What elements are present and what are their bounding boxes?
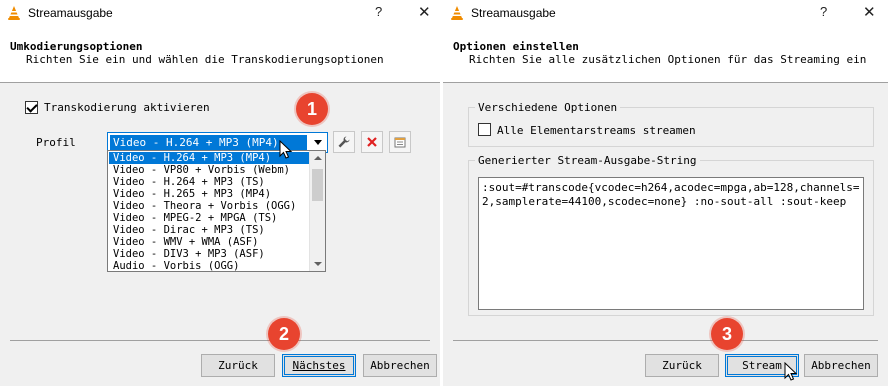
footer-separator — [10, 340, 430, 341]
all-elementary-streams-checkbox[interactable] — [478, 123, 491, 136]
vlc-icon — [8, 6, 20, 20]
right-dialog-window: Streamausgabe ? ✕ Optionen einstellen Ri… — [443, 0, 888, 386]
edit-profile-button[interactable] — [333, 131, 355, 153]
mouse-pointer-icon — [279, 140, 293, 159]
header-title: Optionen einstellen — [453, 40, 579, 53]
wrench-icon — [338, 136, 350, 148]
delete-profile-button[interactable] — [361, 131, 383, 153]
stream-button-label: Stream — [742, 359, 782, 372]
close-button[interactable]: ✕ — [418, 3, 431, 21]
scrollbar-thumb[interactable] — [312, 169, 323, 201]
title-bar: Streamausgabe ? ✕ — [0, 0, 440, 27]
vlc-icon — [451, 6, 463, 20]
back-button[interactable]: Zurück — [201, 354, 275, 377]
profile-option[interactable]: Video - H.264 + MP3 (TS) — [109, 176, 309, 188]
header-title: Umkodierungsoptionen — [10, 40, 143, 53]
profile-option[interactable]: Video - VP80 + Vorbis (Webm) — [109, 164, 309, 176]
left-dialog-window: Streamausgabe ? ✕ Umkodierungsoptionen R… — [0, 0, 440, 386]
step-badge-3: 3 — [711, 318, 743, 350]
profile-label: Profil — [36, 136, 76, 149]
chevron-down-icon[interactable] — [314, 140, 322, 145]
next-button-label: Nächstes — [292, 359, 346, 372]
profile-option[interactable]: Video - H.265 + MP3 (MP4) — [109, 188, 309, 200]
window-title: Streamausgabe — [28, 6, 113, 20]
profile-selected-value: Video - H.264 + MP3 (MP4) — [110, 135, 307, 150]
cancel-button[interactable]: Abbrechen — [363, 354, 437, 377]
next-button[interactable]: Nächstes — [282, 354, 356, 377]
title-bar: Streamausgabe ? ✕ — [443, 0, 888, 27]
transcode-checkbox-label[interactable]: Transkodierung aktivieren — [44, 101, 210, 114]
profile-option[interactable]: Audio - Vorbis (OGG) — [109, 260, 309, 272]
help-button[interactable]: ? — [820, 4, 827, 19]
transcode-checkbox[interactable] — [25, 101, 38, 114]
close-button[interactable]: ✕ — [863, 3, 876, 21]
mouse-pointer-icon — [784, 362, 798, 381]
header-subtitle: Richten Sie alle zusätzlichen Optionen f… — [469, 53, 867, 66]
all-elementary-streams-label[interactable]: Alle Elementarstreams streamen — [497, 124, 696, 137]
new-profile-icon — [394, 137, 406, 148]
generated-string-textarea[interactable]: :sout=#transcode{vcodec=h264,acodec=mpga… — [478, 177, 864, 310]
profile-dropdown-list[interactable]: Video - H.264 + MP3 (MP4) Video - VP80 +… — [107, 150, 326, 272]
header-subtitle: Richten Sie ein und wählen die Transkodi… — [26, 53, 384, 66]
profile-option[interactable]: Video - Theora + Vorbis (OGG) — [109, 200, 309, 212]
scroll-up-icon[interactable] — [314, 156, 322, 160]
window-title: Streamausgabe — [471, 6, 556, 20]
footer-separator — [453, 340, 878, 341]
back-button[interactable]: Zurück — [645, 354, 719, 377]
wizard-header: Optionen einstellen Richten Sie alle zus… — [443, 27, 888, 83]
profile-option[interactable]: Video - Dirac + MP3 (TS) — [109, 224, 309, 236]
profile-option[interactable]: Video - DIV3 + MP3 (ASF) — [109, 248, 309, 260]
dropdown-scrollbar[interactable] — [309, 151, 325, 271]
help-button[interactable]: ? — [375, 4, 382, 19]
step-badge-2: 2 — [268, 318, 300, 350]
scroll-down-icon[interactable] — [314, 262, 322, 266]
cancel-button[interactable]: Abbrechen — [804, 354, 878, 377]
group-legend: Verschiedene Optionen — [475, 101, 621, 114]
profile-option[interactable]: Video - WMV + WMA (ASF) — [109, 236, 309, 248]
delete-icon — [367, 137, 377, 147]
group-legend: Generierter Stream-Ausgabe-String — [475, 154, 700, 167]
step-badge-1: 1 — [296, 93, 328, 125]
wizard-header: Umkodierungsoptionen Richten Sie ein und… — [0, 27, 440, 83]
profile-option[interactable]: Video - MPEG-2 + MPGA (TS) — [109, 212, 309, 224]
new-profile-button[interactable] — [389, 131, 411, 153]
